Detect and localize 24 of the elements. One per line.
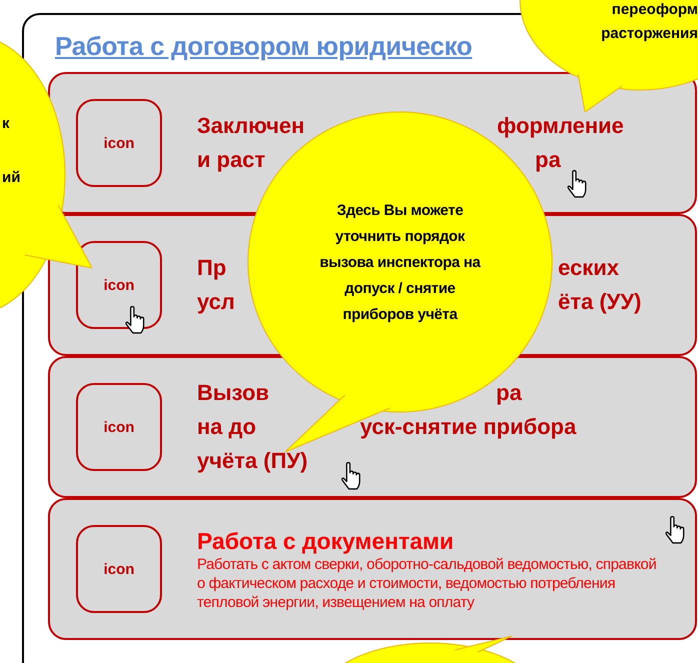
card-heading: уск-снятие прибора: [360, 414, 576, 440]
callout-text: переоформ: [612, 1, 698, 18]
callout-text: к: [2, 115, 10, 132]
card-heading: усл: [197, 289, 235, 315]
card-heading: Вызов: [197, 380, 270, 406]
callout-text: расторжения: [601, 25, 698, 42]
card-heading: ра: [535, 147, 561, 173]
icon-tile: icon: [76, 99, 162, 187]
page-title: Работа с договором юридическо: [55, 31, 472, 62]
card-heading: еских: [558, 255, 619, 281]
card-heading: Пр: [197, 255, 226, 281]
card-heading: учёта (ПУ): [197, 448, 308, 474]
icon-tile: icon: [76, 383, 162, 471]
card-heading: ёта (УУ): [558, 289, 642, 315]
callout-text: Здесь Вы можете уточнить порядок вызова инспектора на допуск / снятие приборов учёта: [318, 201, 482, 325]
card-heading: Заключен: [197, 113, 305, 139]
card-heading: ра: [496, 380, 522, 406]
card-heading: Работа с документами: [197, 526, 455, 554]
icon-tile: icon: [76, 525, 162, 613]
card-description: Работать с актом сверки, оборотно-сальдовой ведомостью, справкой о фактическом расходе и стоимости, ведомостью потребления тепловой энергии, извещением на оплату: [197, 554, 658, 612]
card-heading: формление: [497, 113, 624, 139]
callout-text: ий: [2, 169, 20, 186]
card-heading: и раст: [197, 147, 266, 173]
card-heading: на до: [197, 414, 256, 440]
